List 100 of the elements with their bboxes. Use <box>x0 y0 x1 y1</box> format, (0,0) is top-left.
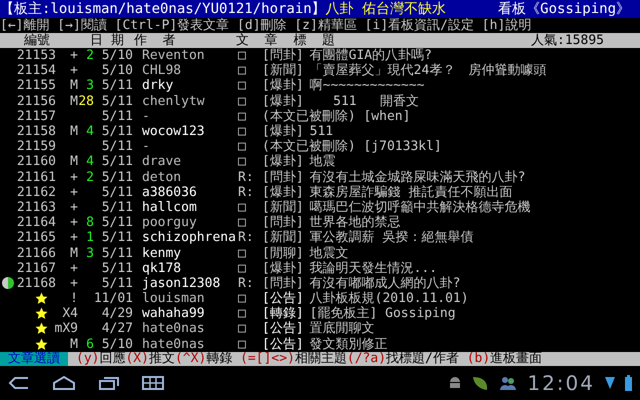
key-label: 找標題/作者 <box>386 352 460 366</box>
post-mark: + <box>70 63 78 78</box>
post-date: 5/11 <box>102 215 133 230</box>
post-title[interactable]: 「賣屋葬父」現代24孝？ 房仲聳動噱頭 <box>304 63 546 78</box>
post-mark: M <box>70 246 78 261</box>
post-title[interactable]: (本文已被刪除) [when] <box>256 108 410 124</box>
post-title[interactable]: 地震 <box>304 154 336 170</box>
post-type: R: <box>238 184 254 200</box>
post-type: □ <box>238 108 246 124</box>
post-date: 5/11 <box>102 139 133 154</box>
post-category: [公告] <box>261 291 304 306</box>
post-category: [問卦] <box>261 276 304 291</box>
post-author: poorguy <box>142 215 197 230</box>
post-title[interactable]: 有團體GIA的八卦嗎? <box>304 48 432 64</box>
post-title[interactable]: 511 開香文 <box>304 94 420 109</box>
post-title[interactable]: 我論明天發生情況... <box>304 260 438 276</box>
post-date: 4/29 <box>102 306 133 322</box>
post-row[interactable]: M 6 5/10 hate0nas □ [公告] 發文類別修正 <box>0 336 640 352</box>
post-category: [新聞] <box>261 63 304 78</box>
home-icon[interactable] <box>52 375 76 391</box>
post-title[interactable]: 啊~~~~~~~~~~~~~ <box>304 78 424 94</box>
post-row[interactable]: 21166 M 3 5/11 kenmy □ [閒聊] 地震文 <box>0 245 640 261</box>
post-date: 4/27 <box>102 321 133 336</box>
post-title[interactable]: 軍公教調薪 吳揆：絕無舉債 <box>304 230 474 246</box>
grid-icon[interactable] <box>142 376 164 390</box>
post-row[interactable]: ! 11/01 louisman □ [公告] 八卦板板規(2010.11.01) <box>0 291 640 306</box>
key-label: 回應 <box>99 352 126 366</box>
post-number: 21163 <box>16 200 56 215</box>
post-row[interactable]: 21154 + 5/10 CHL98 □ [新聞] 「賣屋葬父」現代24孝？ 房仲聳動噱頭 <box>0 63 640 78</box>
post-author: wahaha99 <box>142 306 205 322</box>
post-number: 21165 <box>16 230 56 246</box>
key-label: 進板畫面 <box>490 352 542 366</box>
post-mark: + <box>70 276 78 291</box>
post-mark: + <box>70 215 78 230</box>
post-author: CHL98 <box>142 63 182 78</box>
post-row[interactable]: 21165 + 1 5/11 schizophrena R: [新聞] 軍公教調薪 吳揆：絕無舉債 <box>0 230 640 246</box>
post-number: 21157 <box>16 108 56 124</box>
post-title[interactable]: (本文已被刪除) [j70133kl] <box>256 139 442 154</box>
post-row[interactable]: 21161 + 2 5/11 deton R: [問卦] 有沒有土城金城路屎味滿天飛的八卦? <box>0 170 640 185</box>
post-mark: + <box>70 260 78 276</box>
post-author: - <box>142 108 150 124</box>
post-category: [問卦] <box>261 215 304 230</box>
post-title[interactable]: 511 <box>304 124 334 140</box>
push-count: 4 <box>86 154 94 170</box>
post-category: [新聞] <box>261 200 304 215</box>
post-date: 5/10 <box>102 336 133 352</box>
post-mark: M <box>70 78 78 94</box>
post-title[interactable]: 噶瑪巴仁波切呼籲中共解決格德寺危機 <box>304 200 531 215</box>
post-author: hallcom <box>142 200 197 215</box>
post-row[interactable]: 21164 + 8 5/11 poorguy □ [問卦] 世界各地的禁忌 <box>0 215 640 230</box>
post-row[interactable]: 21153 + 2 5/10 Reventon □ [問卦] 有團體GIA的八卦嗎? <box>0 48 640 64</box>
post-row[interactable]: 21157 5/11 - □ (本文已被刪除) [when] <box>0 108 640 124</box>
board-name: 看板《Gossiping》 <box>498 2 630 16</box>
post-category: [爆卦] <box>261 78 304 94</box>
post-number: 21153 <box>16 48 56 64</box>
post-title[interactable]: 有沒有土城金城路屎味滿天飛的八卦? <box>304 170 526 185</box>
post-author: wocow123 <box>142 124 205 140</box>
post-number: 21156 <box>16 94 56 109</box>
post-mark: + <box>70 230 78 246</box>
post-row[interactable]: 21158 M 4 5/11 wocow123 □ [爆卦] 511 <box>0 124 640 140</box>
post-row[interactable]: 21167 + 5/11 qk178 □ [爆卦] 我論明天發生情況... <box>0 260 640 276</box>
push-count: 3 <box>86 78 94 94</box>
post-row[interactable]: 21159 5/11 - □ (本文已被刪除) [j70133kl] <box>0 139 640 154</box>
key-hint: (^X) <box>174 352 206 366</box>
post-title[interactable]: [罷免板主] Gossiping <box>304 306 456 322</box>
post-number: 21155 <box>16 78 56 94</box>
recent-apps-icon[interactable] <box>98 375 120 391</box>
star-icon <box>35 292 48 306</box>
back-icon[interactable] <box>8 376 30 390</box>
post-title[interactable]: 地震文 <box>304 246 349 261</box>
post-title[interactable]: 八卦板板規(2010.11.01) <box>304 291 469 306</box>
post-row[interactable]: 21156 M28 5/11 chenlytw □ [爆卦] 511 開香文 <box>0 94 640 109</box>
star-icon <box>35 307 48 320</box>
key-menu: [←]離開 [→]閱讀 [Ctrl-P]發表文章 [d]刪除 [z]精華區 [i]看板資訊/設定 [h]說明 <box>0 18 532 33</box>
post-category: [轉錄] <box>261 306 304 322</box>
post-number: 21162 <box>16 184 56 200</box>
post-row[interactable]: 21168 + 5/11 jason12308 R: [問卦] 有沒有嘟嘟成人網的八卦? <box>0 276 640 291</box>
post-author: hate0nas <box>142 336 205 352</box>
post-row[interactable]: 21155 M 3 5/11 drky □ [爆卦] 啊~~~~~~~~~~~~~ <box>0 78 640 94</box>
post-row[interactable]: mX9 4/27 hate0nas □ [公告] 置底閒聊文 <box>0 321 640 337</box>
post-author: hate0nas <box>142 321 205 336</box>
star-icon <box>35 322 48 336</box>
post-type: □ <box>238 94 246 109</box>
push-count: 4 <box>86 124 94 140</box>
post-title[interactable]: 發文類別修正 <box>304 336 388 352</box>
post-row[interactable]: X4 4/29 wahaha99 □ [轉錄] [罷免板主] Gossiping <box>0 306 640 322</box>
post-title[interactable]: 東森房屋詐騙錢 推託責任不願出面 <box>304 184 512 200</box>
post-row[interactable]: 21160 M 4 5/11 drave □ [爆卦] 地震 <box>0 154 640 170</box>
post-category: [公告] <box>261 321 304 336</box>
post-title[interactable]: 置底閒聊文 <box>304 321 375 336</box>
post-title[interactable]: 有沒有嘟嘟成人網的八卦? <box>304 276 460 291</box>
push-count: 1 <box>86 230 94 246</box>
post-author: drave <box>142 154 182 170</box>
post-title[interactable]: 世界各地的禁忌 <box>304 215 401 230</box>
post-author: - <box>142 139 150 154</box>
push-count: 28 <box>78 94 94 109</box>
post-type: □ <box>238 200 246 215</box>
post-row[interactable]: 21163 + 5/11 hallcom □ [新聞] 噶瑪巴仁波切呼籲中共解決格德寺危機 <box>0 200 640 216</box>
post-row[interactable]: 21162 + 5/11 a386036 R: [爆卦] 東森房屋詐騙錢 推託責任不願出面 <box>0 184 640 200</box>
column-label: 文 章 標 題 <box>235 33 335 48</box>
